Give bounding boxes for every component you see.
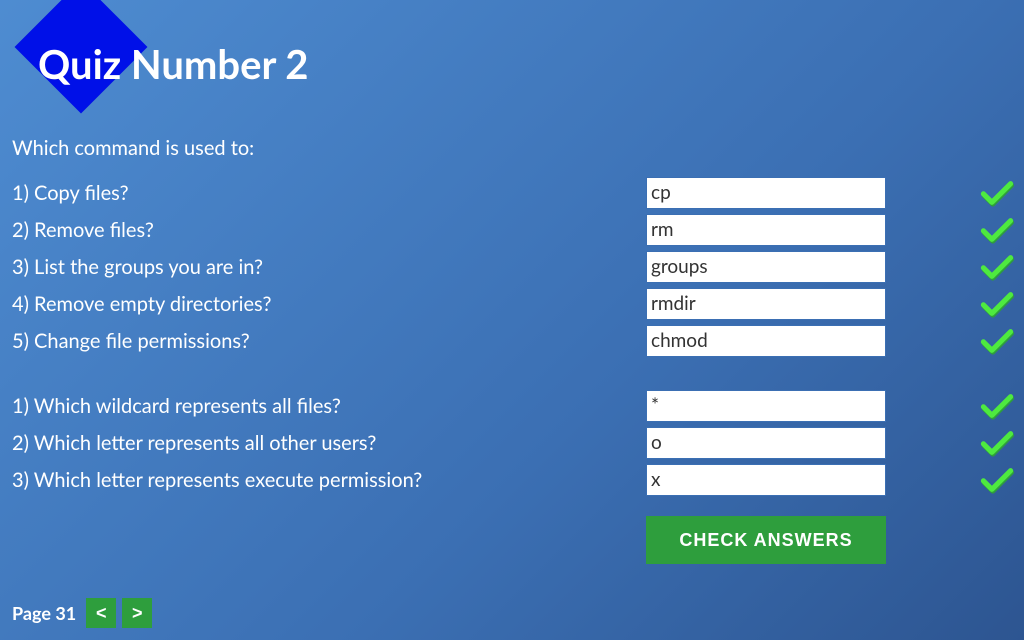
check-icon [980, 428, 1014, 458]
question-text: 3) List the groups you are in? [12, 255, 632, 279]
footer: Page 31 < > [12, 598, 152, 628]
correct-mark [914, 428, 1014, 458]
button-row: CHECK ANSWERS [12, 498, 1014, 564]
question-row: 5) Change file permissions? [12, 322, 1014, 359]
question-row: 4) Remove empty directories? [12, 285, 1014, 322]
check-icon [980, 289, 1014, 319]
next-page-button[interactable]: > [122, 598, 152, 628]
check-icon [980, 326, 1014, 356]
answer-input[interactable] [646, 251, 886, 283]
question-group-1: 1) Copy files? 2) Remove files? 3) List … [12, 174, 1014, 359]
check-icon [980, 252, 1014, 282]
question-row: 2) Remove files? [12, 211, 1014, 248]
answer-input[interactable] [646, 325, 886, 357]
correct-mark [914, 252, 1014, 282]
correct-mark [914, 289, 1014, 319]
check-icon [980, 465, 1014, 495]
question-text: 2) Which letter represents all other use… [12, 431, 632, 455]
question-text: 4) Remove empty directories? [12, 292, 632, 316]
correct-mark [914, 215, 1014, 245]
prev-page-button[interactable]: < [86, 598, 116, 628]
answer-input[interactable] [646, 390, 886, 422]
correct-mark [914, 178, 1014, 208]
quiz-prompt: Which command is used to: [12, 136, 1014, 160]
correct-mark [914, 326, 1014, 356]
answer-input[interactable] [646, 464, 886, 496]
check-icon [980, 215, 1014, 245]
question-row: 2) Which letter represents all other use… [12, 424, 1014, 461]
question-row: 3) Which letter represents execute permi… [12, 461, 1014, 498]
question-text: 5) Change file permissions? [12, 329, 632, 353]
question-text: 1) Copy files? [12, 181, 632, 205]
question-row: 1) Which wildcard represents all files? [12, 387, 1014, 424]
answer-input[interactable] [646, 427, 886, 459]
question-text: 2) Remove files? [12, 218, 632, 242]
answer-input[interactable] [646, 288, 886, 320]
check-answers-button[interactable]: CHECK ANSWERS [646, 516, 886, 564]
page-number-label: Page 31 [12, 602, 76, 624]
correct-mark [914, 391, 1014, 421]
question-text: 3) Which letter represents execute permi… [12, 468, 632, 492]
question-row: 1) Copy files? [12, 174, 1014, 211]
question-row: 3) List the groups you are in? [12, 248, 1014, 285]
check-icon [980, 391, 1014, 421]
answer-input[interactable] [646, 214, 886, 246]
header: Quiz Number 2 [12, 10, 1014, 120]
check-icon [980, 178, 1014, 208]
question-text: 1) Which wildcard represents all files? [12, 394, 632, 418]
correct-mark [914, 465, 1014, 495]
answer-input[interactable] [646, 177, 886, 209]
question-group-2: 1) Which wildcard represents all files? … [12, 387, 1014, 564]
page-title: Quiz Number 2 [38, 40, 308, 88]
